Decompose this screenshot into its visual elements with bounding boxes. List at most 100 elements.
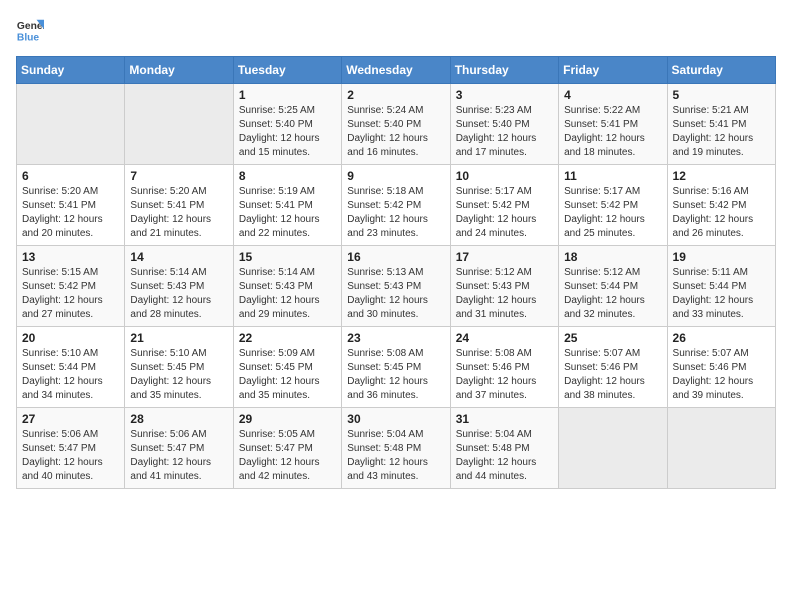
day-info: Sunrise: 5:10 AM Sunset: 5:45 PM Dayligh…: [130, 347, 227, 403]
calendar-cell: 14 Sunrise: 5:14 AM Sunset: 5:43 PM Dayli…: [125, 246, 233, 327]
page-header: General Blue: [16, 16, 776, 44]
calendar-cell: 26Sunrise: 5:07 AM Sunset: 5:46 PM Dayli…: [667, 327, 775, 408]
day-info: Sunrise: 5:10 AM Sunset: 5:44 PM Dayligh…: [22, 347, 119, 403]
calendar-week-3: 13Sunrise: 5:15 AM Sunset: 5:42 PM Dayli…: [17, 246, 776, 327]
calendar-cell: 25 Sunrise: 5:07 AM Sunset: 5:46 PM Dayli…: [559, 327, 667, 408]
day-number: 28: [130, 412, 227, 426]
day-number: 11: [564, 169, 661, 183]
calendar-cell: 18Sunrise: 5:12 AM Sunset: 5:44 PM Dayli…: [559, 246, 667, 327]
day-number: 14: [130, 250, 227, 264]
calendar-cell: 20 Sunrise: 5:10 AM Sunset: 5:44 PM Dayli…: [17, 327, 125, 408]
day-number: 22: [239, 331, 336, 345]
day-info: Sunrise: 5:13 AM Sunset: 5:43 PM Dayligh…: [347, 266, 444, 322]
logo-icon: General Blue: [16, 16, 44, 44]
day-info: Sunrise: 5:18 AM Sunset: 5:42 PM Dayligh…: [347, 185, 444, 241]
day-number: 27: [22, 412, 119, 426]
weekday-header-monday: Monday: [125, 57, 233, 84]
calendar-cell: 22 Sunrise: 5:09 AM Sunset: 5:45 PM Dayli…: [233, 327, 341, 408]
day-number: 17: [456, 250, 553, 264]
day-info: Sunrise: 5:08 AM Sunset: 5:45 PM Dayligh…: [347, 347, 444, 403]
day-number: 7: [130, 169, 227, 183]
day-number: 25: [564, 331, 661, 345]
day-number: 20: [22, 331, 119, 345]
calendar-cell: 23 Sunrise: 5:08 AM Sunset: 5:45 PM Dayli…: [342, 327, 450, 408]
day-info: Sunrise: 5:16 AM Sunset: 5:42 PM Dayligh…: [673, 185, 770, 241]
day-number: 2: [347, 88, 444, 102]
calendar-cell: 9Sunrise: 5:18 AM Sunset: 5:42 PM Daylig…: [342, 165, 450, 246]
day-info: Sunrise: 5:06 AM Sunset: 5:47 PM Dayligh…: [130, 428, 227, 484]
day-number: 6: [22, 169, 119, 183]
calendar-cell: 13Sunrise: 5:15 AM Sunset: 5:42 PM Dayli…: [17, 246, 125, 327]
weekday-header-sunday: Sunday: [17, 57, 125, 84]
day-number: 29: [239, 412, 336, 426]
calendar-week-2: 6 Sunrise: 5:20 AM Sunset: 5:41 PM Daylig…: [17, 165, 776, 246]
day-info: Sunrise: 5:11 AM Sunset: 5:44 PM Dayligh…: [673, 266, 770, 322]
calendar-week-1: 1 Sunrise: 5:25 AM Sunset: 5:40 PM Daylig…: [17, 84, 776, 165]
day-info: Sunrise: 5:14 AM Sunset: 5:43 PM Dayligh…: [130, 266, 227, 322]
calendar-cell: 21 Sunrise: 5:10 AM Sunset: 5:45 PM Dayli…: [125, 327, 233, 408]
calendar-cell: 30Sunrise: 5:04 AM Sunset: 5:48 PM Dayli…: [342, 408, 450, 489]
day-info: Sunrise: 5:20 AM Sunset: 5:41 PM Dayligh…: [130, 185, 227, 241]
day-info: Sunrise: 5:09 AM Sunset: 5:45 PM Dayligh…: [239, 347, 336, 403]
calendar-cell: 2Sunrise: 5:24 AM Sunset: 5:40 PM Daylig…: [342, 84, 450, 165]
calendar-cell: 15 Sunrise: 5:14 AM Sunset: 5:43 PM Dayli…: [233, 246, 341, 327]
calendar-cell: 24Sunrise: 5:08 AM Sunset: 5:46 PM Dayli…: [450, 327, 558, 408]
day-info: Sunrise: 5:23 AM Sunset: 5:40 PM Dayligh…: [456, 104, 553, 160]
calendar-cell: [559, 408, 667, 489]
day-number: 8: [239, 169, 336, 183]
calendar-cell: 6 Sunrise: 5:20 AM Sunset: 5:41 PM Daylig…: [17, 165, 125, 246]
day-number: 15: [239, 250, 336, 264]
day-number: 31: [456, 412, 553, 426]
weekday-header-thursday: Thursday: [450, 57, 558, 84]
calendar-week-5: 27 Sunrise: 5:06 AM Sunset: 5:47 PM Dayli…: [17, 408, 776, 489]
day-info: Sunrise: 5:17 AM Sunset: 5:42 PM Dayligh…: [564, 185, 661, 241]
calendar-cell: 17 Sunrise: 5:12 AM Sunset: 5:43 PM Dayli…: [450, 246, 558, 327]
calendar-cell: [17, 84, 125, 165]
calendar-cell: 5 Sunrise: 5:21 AM Sunset: 5:41 PM Daylig…: [667, 84, 775, 165]
day-info: Sunrise: 5:25 AM Sunset: 5:40 PM Dayligh…: [239, 104, 336, 160]
day-info: Sunrise: 5:17 AM Sunset: 5:42 PM Dayligh…: [456, 185, 553, 241]
calendar-cell: 16 Sunrise: 5:13 AM Sunset: 5:43 PM Dayli…: [342, 246, 450, 327]
weekday-header-saturday: Saturday: [667, 57, 775, 84]
day-number: 10: [456, 169, 553, 183]
weekday-row: SundayMondayTuesdayWednesdayThursdayFrid…: [17, 57, 776, 84]
day-number: 1: [239, 88, 336, 102]
calendar-cell: 31Sunrise: 5:04 AM Sunset: 5:48 PM Dayli…: [450, 408, 558, 489]
weekday-header-tuesday: Tuesday: [233, 57, 341, 84]
day-info: Sunrise: 5:21 AM Sunset: 5:41 PM Dayligh…: [673, 104, 770, 160]
day-info: Sunrise: 5:12 AM Sunset: 5:43 PM Dayligh…: [456, 266, 553, 322]
day-number: 21: [130, 331, 227, 345]
day-info: Sunrise: 5:06 AM Sunset: 5:47 PM Dayligh…: [22, 428, 119, 484]
svg-text:Blue: Blue: [17, 32, 40, 43]
calendar-cell: [667, 408, 775, 489]
calendar-cell: 4 Sunrise: 5:22 AM Sunset: 5:41 PM Daylig…: [559, 84, 667, 165]
day-number: 12: [673, 169, 770, 183]
day-info: Sunrise: 5:07 AM Sunset: 5:46 PM Dayligh…: [564, 347, 661, 403]
weekday-header-wednesday: Wednesday: [342, 57, 450, 84]
day-info: Sunrise: 5:19 AM Sunset: 5:41 PM Dayligh…: [239, 185, 336, 241]
day-info: Sunrise: 5:22 AM Sunset: 5:41 PM Dayligh…: [564, 104, 661, 160]
calendar-cell: 28 Sunrise: 5:06 AM Sunset: 5:47 PM Dayli…: [125, 408, 233, 489]
calendar-cell: 29Sunrise: 5:05 AM Sunset: 5:47 PM Dayli…: [233, 408, 341, 489]
calendar-cell: 8 Sunrise: 5:19 AM Sunset: 5:41 PM Daylig…: [233, 165, 341, 246]
calendar-cell: [125, 84, 233, 165]
day-number: 4: [564, 88, 661, 102]
day-info: Sunrise: 5:15 AM Sunset: 5:42 PM Dayligh…: [22, 266, 119, 322]
day-info: Sunrise: 5:07 AM Sunset: 5:46 PM Dayligh…: [673, 347, 770, 403]
calendar-cell: 19Sunrise: 5:11 AM Sunset: 5:44 PM Dayli…: [667, 246, 775, 327]
day-info: Sunrise: 5:12 AM Sunset: 5:44 PM Dayligh…: [564, 266, 661, 322]
calendar-body: 1 Sunrise: 5:25 AM Sunset: 5:40 PM Daylig…: [17, 84, 776, 489]
calendar-cell: 3 Sunrise: 5:23 AM Sunset: 5:40 PM Daylig…: [450, 84, 558, 165]
day-info: Sunrise: 5:14 AM Sunset: 5:43 PM Dayligh…: [239, 266, 336, 322]
day-number: 3: [456, 88, 553, 102]
calendar-table: SundayMondayTuesdayWednesdayThursdayFrid…: [16, 56, 776, 489]
day-number: 23: [347, 331, 444, 345]
weekday-header-friday: Friday: [559, 57, 667, 84]
day-number: 5: [673, 88, 770, 102]
calendar-cell: 11 Sunrise: 5:17 AM Sunset: 5:42 PM Dayli…: [559, 165, 667, 246]
day-info: Sunrise: 5:04 AM Sunset: 5:48 PM Dayligh…: [347, 428, 444, 484]
day-number: 16: [347, 250, 444, 264]
calendar-cell: 7 Sunrise: 5:20 AM Sunset: 5:41 PM Daylig…: [125, 165, 233, 246]
day-info: Sunrise: 5:20 AM Sunset: 5:41 PM Dayligh…: [22, 185, 119, 241]
logo: General Blue: [16, 16, 44, 44]
